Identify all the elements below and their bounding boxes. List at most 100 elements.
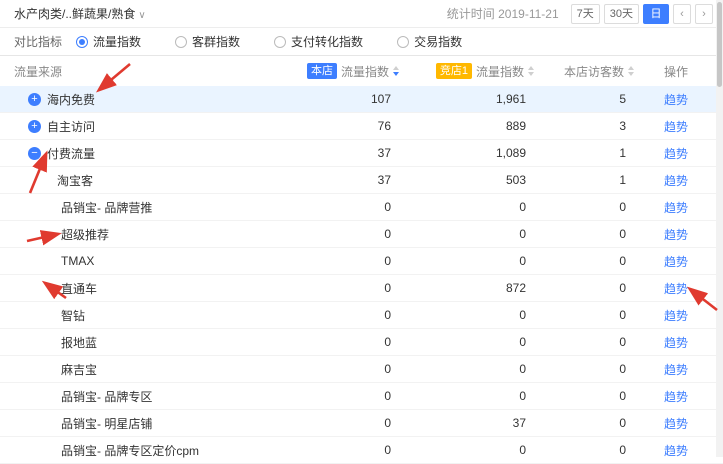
radio-label: 客群指数: [192, 33, 240, 50]
table-body: +海内免费1071,9615趋势+自主访问768893趋势−付费流量371,08…: [0, 86, 723, 464]
trend-link[interactable]: 趋势: [664, 282, 688, 296]
own-index-value: 107: [289, 92, 399, 106]
own-index-value: 0: [289, 227, 399, 241]
radio-label: 交易指数: [414, 33, 462, 50]
competitor-index-value: 889: [399, 119, 534, 133]
source-name: 超级推荐: [61, 226, 109, 243]
competitor-badge: 竞店1: [436, 63, 472, 79]
scrollbar[interactable]: [716, 0, 723, 457]
competitor-index-value: 0: [399, 227, 534, 241]
radio-icon: [397, 36, 409, 48]
own-index-value: 0: [289, 443, 399, 457]
own-index-value: 37: [289, 173, 399, 187]
stat-time-label: 统计时间 2019-11-21: [447, 5, 559, 22]
table-row[interactable]: +自主访问768893趋势: [0, 113, 723, 140]
table-row[interactable]: 报地蓝000趋势: [0, 329, 723, 356]
trend-link[interactable]: 趋势: [664, 174, 688, 188]
visitors-value: 3: [534, 119, 634, 133]
table-row[interactable]: −付费流量 371,0891 趋势: [0, 140, 723, 167]
table-row[interactable]: 麻吉宝000趋势: [0, 356, 723, 383]
table-row[interactable]: 品销宝- 品牌营推000趋势: [0, 194, 723, 221]
trend-link[interactable]: 趋势: [664, 390, 688, 404]
column-action: 操作: [634, 63, 709, 80]
category-breadcrumb[interactable]: 水产肉类/..鲜蔬果/熟食∨: [14, 5, 146, 22]
trend-link[interactable]: 趋势: [664, 363, 688, 377]
competitor-index-value: 1,089: [399, 146, 534, 160]
trend-link[interactable]: 趋势: [664, 309, 688, 323]
competitor-index-value: 872: [399, 281, 534, 295]
own-metric-label: 流量指数: [341, 63, 389, 80]
column-source: 流量来源: [14, 63, 289, 80]
source-name: 麻吉宝: [61, 361, 97, 378]
column-competitor-index[interactable]: 竞店1 流量指数: [399, 63, 534, 80]
column-source-label: 流量来源: [14, 63, 62, 80]
competitor-index-value: 0: [399, 389, 534, 403]
prev-day-button[interactable]: ‹: [673, 4, 691, 24]
competitor-metric-label: 流量指数: [476, 63, 524, 80]
trend-link[interactable]: 趋势: [664, 147, 688, 161]
trend-link[interactable]: 趋势: [664, 336, 688, 350]
range-buttons: 7天30天日: [571, 4, 669, 24]
range-button-30天[interactable]: 30天: [604, 4, 639, 24]
date-controls: 统计时间 2019-11-21 7天30天日 ‹ ›: [447, 4, 713, 24]
own-index-value: 0: [289, 254, 399, 268]
trend-link[interactable]: 趋势: [664, 255, 688, 269]
table-header: 流量来源 本店 流量指数 竞店1 流量指数 本店访客数 操作: [0, 56, 723, 86]
table-row[interactable]: 品销宝- 明星店铺 0370 趋势: [0, 410, 723, 437]
traffic-source-table: 流量来源 本店 流量指数 竞店1 流量指数 本店访客数 操作 +海内免费1071…: [0, 56, 723, 464]
source-name: 品销宝- 明星店铺: [61, 415, 152, 432]
radio-交易指数[interactable]: 交易指数: [397, 33, 462, 50]
collapse-minus-icon[interactable]: −: [28, 147, 41, 160]
expand-plus-icon[interactable]: +: [28, 120, 41, 133]
own-index-value: 76: [289, 119, 399, 133]
competitor-index-value: 0: [399, 254, 534, 268]
visitors-value: 1: [534, 146, 634, 160]
competitor-index-value: 0: [399, 335, 534, 349]
breadcrumb-text: 水产肉类/..鲜蔬果/熟食: [14, 7, 135, 21]
source-name: 付费流量: [47, 145, 95, 162]
compare-metric-bar: 对比指标 流量指数 客群指数 支付转化指数 交易指数: [0, 28, 723, 56]
own-index-value: 0: [289, 335, 399, 349]
compare-metric-label: 对比指标: [14, 33, 62, 50]
column-visitors[interactable]: 本店访客数: [534, 63, 634, 80]
trend-link[interactable]: 趋势: [664, 228, 688, 242]
table-row[interactable]: +海内免费1071,9615趋势: [0, 86, 723, 113]
radio-流量指数[interactable]: 流量指数: [76, 33, 141, 50]
table-row[interactable]: 品销宝- 品牌专区000趋势: [0, 383, 723, 410]
expand-plus-icon[interactable]: +: [28, 93, 41, 106]
visitors-value: 0: [534, 389, 634, 403]
table-row[interactable]: 品销宝- 品牌专区定价cpm000趋势: [0, 437, 723, 464]
visitors-value: 0: [534, 227, 634, 241]
table-row[interactable]: 超级推荐000趋势: [0, 221, 723, 248]
source-name: 品销宝- 品牌专区: [61, 388, 152, 405]
radio-icon: [274, 36, 286, 48]
visitors-label: 本店访客数: [564, 63, 624, 80]
scrollbar-thumb[interactable]: [717, 2, 722, 87]
table-row[interactable]: 智钻000趋势: [0, 302, 723, 329]
own-index-value: 0: [289, 416, 399, 430]
source-name: 品销宝- 品牌营推: [61, 199, 152, 216]
trend-link[interactable]: 趋势: [664, 93, 688, 107]
source-name: TMAX: [61, 254, 94, 268]
competitor-index-value: 0: [399, 443, 534, 457]
competitor-index-value: 37: [399, 416, 534, 430]
radio-客群指数[interactable]: 客群指数: [175, 33, 240, 50]
trend-link[interactable]: 趋势: [664, 417, 688, 431]
next-day-button[interactable]: ›: [695, 4, 713, 24]
radio-支付转化指数[interactable]: 支付转化指数: [274, 33, 363, 50]
trend-link[interactable]: 趋势: [664, 201, 688, 215]
column-own-index[interactable]: 本店 流量指数: [289, 63, 399, 80]
own-index-value: 0: [289, 200, 399, 214]
visitors-value: 0: [534, 416, 634, 430]
table-row[interactable]: 淘宝客375031趋势: [0, 167, 723, 194]
visitors-value: 0: [534, 308, 634, 322]
radio-label: 流量指数: [93, 33, 141, 50]
table-row[interactable]: 直通车08720趋势: [0, 275, 723, 302]
range-button-日[interactable]: 日: [643, 4, 669, 24]
trend-link[interactable]: 趋势: [664, 444, 688, 458]
range-button-7天[interactable]: 7天: [571, 4, 600, 24]
table-row[interactable]: TMAX000趋势: [0, 248, 723, 275]
trend-link[interactable]: 趋势: [664, 120, 688, 134]
top-bar: 水产肉类/..鲜蔬果/熟食∨ 统计时间 2019-11-21 7天30天日 ‹ …: [0, 0, 723, 28]
own-index-value: 37: [289, 146, 399, 160]
